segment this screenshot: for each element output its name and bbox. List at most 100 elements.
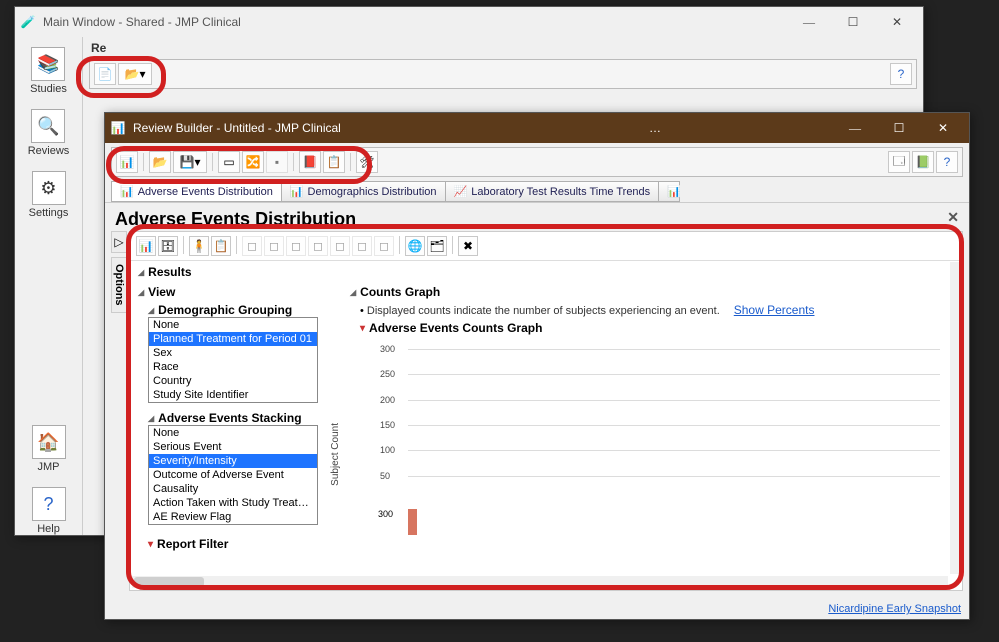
tool-icon[interactable]: 📋: [211, 236, 231, 256]
y-tick: 200: [380, 395, 395, 405]
tab-add-new[interactable]: 📊: [658, 181, 680, 202]
app-icon: 🧪: [19, 13, 37, 31]
tool-icon[interactable]: ◻: [242, 236, 262, 256]
table-icon[interactable]: 🗔: [888, 151, 910, 173]
help-icon[interactable]: ?: [936, 151, 958, 173]
tool-icon[interactable]: 🌐: [405, 236, 425, 256]
list-item[interactable]: Country: [149, 374, 317, 388]
tab-lab-trends[interactable]: 📈 Laboratory Test Results Time Trends: [445, 181, 660, 202]
sidebar-item-reviews[interactable]: 🔍Reviews: [28, 109, 70, 157]
horizontal-scrollbar[interactable]: [132, 576, 948, 588]
sidebar-item-settings[interactable]: ⚙Settings: [29, 171, 69, 219]
tools-icon[interactable]: 🛠: [356, 151, 378, 173]
report-filter-title[interactable]: Report Filter: [148, 537, 338, 551]
tool-icon[interactable]: ◻: [374, 236, 394, 256]
report-body: 📊 🗄 🧍 📋 ◻ ◻ ◻ ◻ ◻ ◻ ◻ 🌐 🗂 ✖ Results: [129, 231, 963, 591]
chart-icon[interactable]: 📊: [116, 151, 138, 173]
show-percents-link[interactable]: Show Percents: [734, 303, 815, 317]
list-item[interactable]: Planned Treatment for Period 01: [149, 332, 317, 346]
list-item[interactable]: Outcome of Adverse Event: [149, 468, 317, 482]
help-icon[interactable]: ?: [890, 63, 912, 85]
overflow-icon[interactable]: …: [483, 121, 833, 135]
tool-icon[interactable]: 🗂: [427, 236, 447, 256]
main-reviews-toolbar: 📄 📂▾ ?: [89, 59, 917, 89]
report-sub-toolbar: 📊 🗄 🧍 📋 ◻ ◻ ◻ ◻ ◻ ◻ ◻ 🌐 🗂 ✖: [130, 232, 962, 261]
stack-listbox[interactable]: NoneSerious EventSeverity/IntensityOutco…: [148, 425, 318, 525]
demo-group-title[interactable]: Demographic Grouping: [148, 303, 338, 317]
list-item[interactable]: None: [149, 318, 317, 332]
close-button[interactable]: ✕: [875, 8, 919, 36]
counts-graph-panel: Counts Graph • Displayed counts indicate…: [350, 283, 954, 555]
copy-icon[interactable]: 📋: [323, 151, 345, 173]
sidebar-item-jmp[interactable]: 🏠JMP: [32, 425, 66, 473]
list-item[interactable]: None: [149, 426, 317, 440]
export-pdf-icon[interactable]: 📕: [299, 151, 321, 173]
close-button[interactable]: ✕: [921, 114, 965, 142]
list-item[interactable]: Severity/Intensity: [149, 454, 317, 468]
reviews-header: Re: [91, 41, 106, 55]
tab-ae-distribution[interactable]: 📊 Adverse Events Distribution: [111, 181, 282, 202]
app-icon: 📊: [109, 119, 127, 137]
journal-icon[interactable]: 📗: [912, 151, 934, 173]
maximize-button[interactable]: ☐: [831, 8, 875, 36]
tab-demographics[interactable]: 📊 Demographics Distribution: [281, 181, 446, 202]
y-tick: 250: [380, 369, 395, 379]
vertical-scrollbar[interactable]: [950, 262, 960, 574]
close-report-icon[interactable]: ✕: [947, 209, 959, 226]
tool-icon[interactable]: ◻: [264, 236, 284, 256]
tool-icon[interactable]: ◻: [286, 236, 306, 256]
list-item[interactable]: AE Review Flag: [149, 510, 317, 524]
sidebar-item-help[interactable]: ?Help: [32, 487, 66, 535]
tool-icon[interactable]: 📊: [136, 236, 156, 256]
new-icon[interactable]: 📄: [94, 63, 116, 85]
counts-graph-title[interactable]: Counts Graph: [350, 283, 948, 303]
demo-group-listbox[interactable]: NonePlanned Treatment for Period 01SexRa…: [148, 317, 318, 403]
review-titlebar[interactable]: 📊 Review Builder - Untitled - JMP Clinic…: [105, 113, 969, 143]
list-item[interactable]: Study Site Identifier: [149, 388, 317, 402]
save-dropdown-icon[interactable]: 💾▾: [173, 151, 207, 173]
tool-icon[interactable]: ◻: [308, 236, 328, 256]
swap-icon[interactable]: 🔀: [242, 151, 264, 173]
results-title[interactable]: Results: [138, 263, 954, 283]
y-axis-label: Subject Count: [330, 423, 341, 486]
minimize-button[interactable]: ―: [833, 114, 877, 142]
ae-counts-chart-title[interactable]: Adverse Events Counts Graph: [350, 321, 948, 335]
tool-icon[interactable]: ◻: [330, 236, 350, 256]
main-titlebar[interactable]: 🧪 Main Window - Shared - JMP Clinical ― …: [15, 7, 923, 37]
list-item[interactable]: Serious Event: [149, 440, 317, 454]
report-tabs: 📊 Adverse Events Distribution 📊 Demograp…: [105, 181, 969, 202]
footer-snapshot-link[interactable]: Nicardipine Early Snapshot: [828, 603, 961, 615]
open-dropdown-icon[interactable]: 📂▾: [118, 63, 152, 85]
review-window-title: Review Builder - Untitled - JMP Clinical: [133, 121, 483, 135]
counts-note: Displayed counts indicate the number of …: [367, 305, 720, 317]
list-item[interactable]: Race: [149, 360, 317, 374]
dock-toggle-left-icon[interactable]: ▷: [111, 231, 127, 253]
exclude-icon[interactable]: ▪: [266, 151, 288, 173]
list-item[interactable]: Causality: [149, 482, 317, 496]
stack-title[interactable]: Adverse Events Stacking: [148, 411, 338, 425]
lower-ytick: 300: [378, 509, 393, 519]
review-main-toolbar: 📊 📂 💾▾ ▭ 🔀 ▪ 📕 📋 🛠 🗔 📗 ?: [111, 147, 963, 177]
tool-icon[interactable]: 🗄: [158, 236, 178, 256]
tool-icon[interactable]: 🧍: [189, 236, 209, 256]
options-rail[interactable]: Options: [111, 257, 127, 313]
view-panel: View Demographic Grouping NonePlanned Tr…: [138, 283, 338, 551]
tool-icon[interactable]: ◻: [352, 236, 372, 256]
list-item[interactable]: Action Taken with Study Treatment: [149, 496, 317, 510]
select-icon[interactable]: ▭: [218, 151, 240, 173]
ae-counts-chart[interactable]: Subject Count 300 50100150200250300: [350, 335, 948, 555]
maximize-button[interactable]: ☐: [877, 114, 921, 142]
y-tick: 150: [380, 420, 395, 430]
list-item[interactable]: Sex: [149, 346, 317, 360]
chart-bar-lower[interactable]: [408, 509, 417, 535]
open-icon[interactable]: 📂: [149, 151, 171, 173]
y-tick: 100: [380, 445, 395, 455]
sidebar-item-studies[interactable]: 📚Studies: [30, 47, 67, 95]
view-title[interactable]: View: [138, 283, 338, 303]
main-sidebar: 📚Studies 🔍Reviews ⚙Settings 🏠JMP ?Help: [15, 37, 83, 535]
clear-icon[interactable]: ✖: [458, 236, 478, 256]
minimize-button[interactable]: ―: [787, 8, 831, 36]
y-tick: 50: [380, 471, 390, 481]
y-tick: 300: [380, 344, 395, 354]
review-builder-window: 📊 Review Builder - Untitled - JMP Clinic…: [104, 112, 970, 620]
